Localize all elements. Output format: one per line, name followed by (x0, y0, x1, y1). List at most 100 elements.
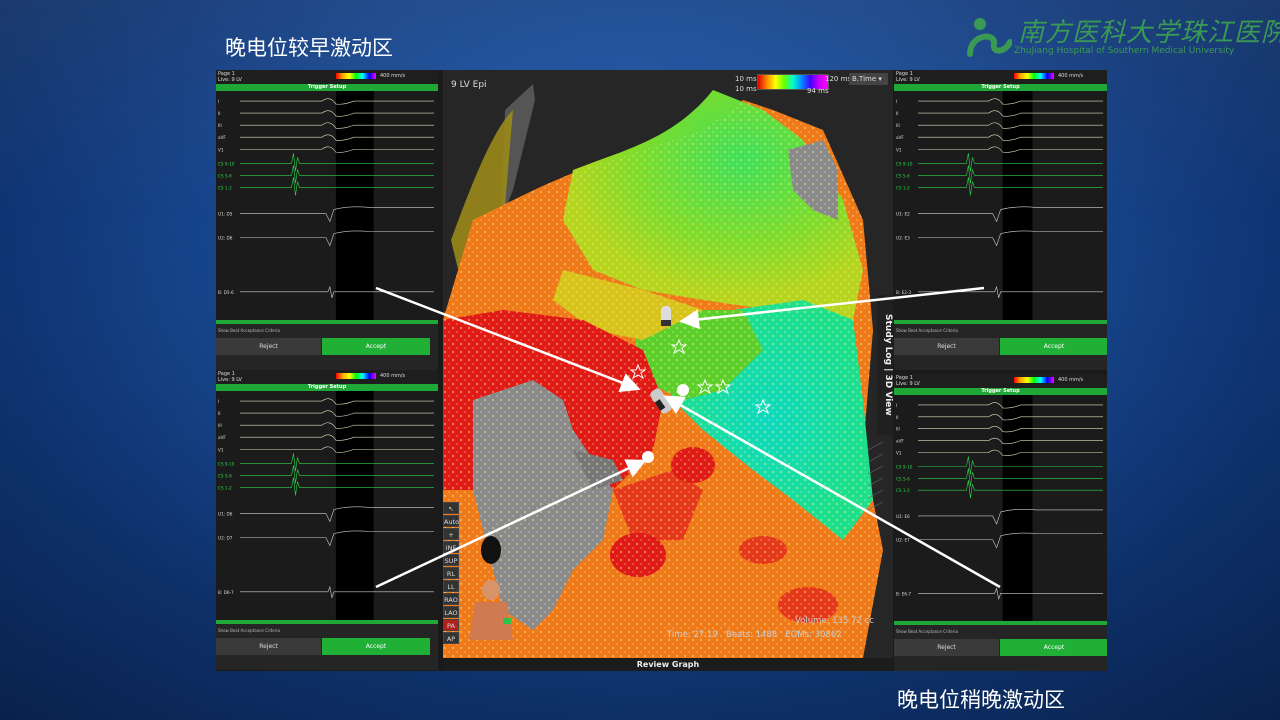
egm-acceptance-area: Show Beat Acceptance Criteria Reject Accep… (894, 625, 1107, 671)
egm-channel-label: III (218, 423, 222, 428)
view-button-ll[interactable]: LL (443, 580, 459, 592)
egm-channel-label: V1 (896, 451, 902, 456)
logo-english-name: ZhuJiang Hospital of Southern Medical Un… (1014, 46, 1235, 56)
egm-channel-label: CS 1-2 (896, 488, 910, 493)
view-button-auto[interactable]: Auto (443, 515, 459, 527)
egm-channel-label: U2: E7 (896, 538, 910, 543)
egm-toolbar: Page 1 Live: 9 LV 400 mm/s (894, 374, 1107, 388)
view-button-[interactable]: + (443, 528, 459, 540)
egm-channel-label: II (218, 411, 220, 416)
egm-sweep-speed[interactable]: 400 mm/s (380, 373, 405, 379)
egm-criteria-checkbox[interactable]: Show Beat Acceptance Criteria (896, 629, 958, 634)
egm-trigger-setup[interactable]: Trigger Setup (216, 384, 438, 391)
egm-trace-area: I II III aVF V1 CS 9-10 CS 5-6 CS 1-2 U1: E2 U2: … (894, 91, 1107, 324)
egm-channel-label: III (896, 123, 900, 128)
map-egms: EGMs: 30862 (785, 630, 842, 640)
egm-acceptance-area: Show Beat Acceptance Criteria Reject Accep… (894, 324, 1107, 370)
egm-panel-bottom-right: Page 1 Live: 9 LV 400 mm/s Trigger Setup I II… (894, 374, 1107, 671)
egm-toolbar: Page 1 Live: 9 LV 400 mm/s (216, 70, 438, 84)
view-button-inf[interactable]: INF (443, 541, 459, 553)
egm-color-indicator (336, 73, 376, 79)
egm-channel-label: B: D6-7 (218, 590, 234, 595)
egm-channel-label: U1: E6 (896, 514, 910, 519)
egm-trigger-setup[interactable]: Trigger Setup (894, 84, 1107, 91)
map-mode-dropdown[interactable]: B.Time ▾ (849, 73, 888, 85)
view-tool-icon[interactable]: ↖ (443, 502, 459, 514)
egm-channel-label: CS 1-2 (896, 185, 910, 190)
egm-channel-label: III (218, 123, 222, 128)
egm-reject-button[interactable]: Reject (216, 638, 321, 655)
side-tab-study-log[interactable]: Study Log | 3D View (877, 295, 893, 435)
egm-acceptance-area: Show Beat Acceptance Criteria Reject Accep… (216, 624, 438, 670)
egm-channel-label: I (218, 99, 219, 104)
egm-channel-label: CS 5-6 (896, 476, 910, 481)
egm-channel-label: B: E2-3 (896, 290, 911, 295)
egm-channel-label: CS 9-10 (218, 161, 235, 166)
legend-min-bottom: 10 ms (735, 85, 757, 93)
egm-channel-label: U1: E2 (896, 212, 910, 217)
egm-reject-button[interactable]: Reject (894, 639, 999, 656)
egm-reject-button[interactable]: Reject (894, 338, 999, 355)
egm-criteria-checkbox[interactable]: Show Beat Acceptance Criteria (896, 328, 958, 333)
egm-sweep-speed[interactable]: 400 mm/s (380, 73, 405, 79)
egm-reject-button[interactable]: Reject (216, 338, 321, 355)
view-button-rl[interactable]: RL (443, 567, 459, 579)
egm-channel-label: CS 9-10 (896, 161, 913, 166)
egm-channel-label: II (896, 415, 898, 420)
egm-channel-label: U1: D6 (218, 512, 233, 517)
egm-channel-label: III (896, 427, 900, 432)
egm-channel-label: aVF (218, 435, 226, 440)
egm-toolbar: Page 1 Live: 9 LV 400 mm/s (216, 370, 438, 384)
egm-panel-top-right: Page 1 Live: 9 LV 400 mm/s Trigger Setup I II… (894, 70, 1107, 370)
hospital-logo: 南方医科大学珠江医院 ZhuJiang Hospital of Southern… (966, 10, 1280, 62)
egm-channel-label: CS 1-2 (218, 485, 232, 490)
view-button-ap[interactable]: AP (443, 632, 459, 644)
egm-sweep-speed[interactable]: 400 mm/s (1058, 73, 1083, 79)
egm-live-label: Live: 9 LV (218, 377, 242, 383)
activation-map-surface[interactable] (443, 70, 893, 658)
view-button-rao[interactable]: RAO (443, 593, 459, 605)
activation-map-3d[interactable]: 9 LV Epi 10 ms 10 ms 120 ms 94 ms B.Time… (443, 70, 893, 658)
egm-channel-label: I (896, 99, 897, 104)
view-button-pa[interactable]: PA (443, 619, 459, 631)
caption-early-activation: 晚电位较早激动区 (225, 36, 393, 60)
egm-criteria-checkbox[interactable]: Show Beat Acceptance Criteria (218, 328, 280, 333)
egm-channel-label: B: E6-7 (896, 591, 911, 596)
caption-late-activation: 晚电位稍晚激动区 (897, 688, 1065, 712)
egm-acceptance-area: Show Beat Acceptance Criteria Reject Accep… (216, 324, 438, 370)
egm-channel-label: aVF (896, 439, 904, 444)
map-stats: Time: 27:19 Beats: 1488 EGMs: 30862 (667, 630, 842, 640)
legend-min-top: 10 ms (735, 75, 757, 83)
egm-window (1002, 91, 1033, 324)
map-beats: Beats: 1488 (725, 630, 778, 640)
egm-accept-button[interactable]: Accept (1000, 639, 1107, 656)
legend-max-bottom: 94 ms (807, 87, 829, 95)
chevron-down-icon: ▾ (878, 75, 882, 83)
ablation-point-marker (677, 384, 689, 396)
view-button-sup[interactable]: SUP (443, 554, 459, 566)
egm-channel-label: aVF (896, 135, 904, 140)
egm-channel-label: I (896, 403, 897, 408)
legend-max-top: 120 ms (825, 75, 852, 83)
egm-trigger-setup[interactable]: Trigger Setup (894, 388, 1107, 395)
egm-accept-button[interactable]: Accept (322, 338, 430, 355)
egm-channel-label: U1: D5 (218, 212, 233, 217)
egm-sweep-speed[interactable]: 400 mm/s (1058, 377, 1083, 383)
egm-channel-label: U2: E3 (896, 236, 910, 241)
map-title: 9 LV Epi (451, 80, 487, 90)
egm-accept-button[interactable]: Accept (1000, 338, 1107, 355)
egm-channel-label: U2: D6 (218, 236, 233, 241)
egm-accept-button[interactable]: Accept (322, 638, 430, 655)
egm-channel-label: U2: D7 (218, 536, 233, 541)
review-graph-bar[interactable]: Review Graph (443, 658, 893, 671)
egm-channel-label: CS 5-6 (218, 173, 232, 178)
logo-chinese-name: 南方医科大学珠江医院 (1018, 18, 1280, 48)
egm-criteria-checkbox[interactable]: Show Beat Acceptance Criteria (218, 628, 280, 633)
map-mode-label: B.Time (852, 75, 877, 83)
egm-channel-label: CS 9-10 (218, 461, 235, 466)
egm-color-indicator (1014, 377, 1054, 383)
egm-channel-label: V1 (218, 147, 224, 152)
view-button-lao[interactable]: LAO (443, 606, 459, 618)
egm-live-label: Live: 9 LV (896, 381, 920, 387)
egm-trigger-setup[interactable]: Trigger Setup (216, 84, 438, 91)
